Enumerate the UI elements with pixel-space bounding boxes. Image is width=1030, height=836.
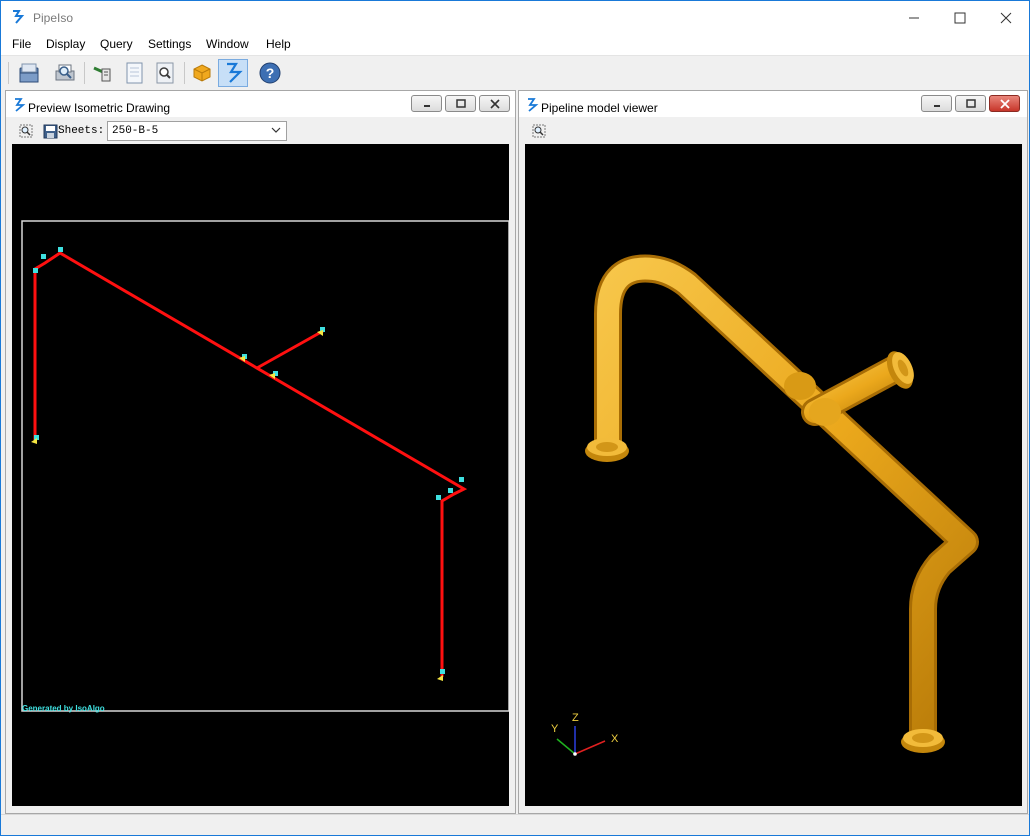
svg-text:?: ?	[266, 65, 275, 81]
axis-x-label: X	[611, 733, 619, 745]
pipeiso-logo-icon	[13, 10, 25, 24]
minimize-button[interactable]	[891, 1, 937, 34]
isometric-preview-title: Preview Isometric Drawing	[28, 101, 171, 115]
model-restore-button[interactable]	[955, 95, 986, 112]
pipeiso-logo-icon	[15, 98, 26, 112]
document-icon	[126, 62, 143, 84]
toolbar-separator	[84, 62, 85, 84]
print-preview-icon	[55, 64, 75, 81]
pipeline-3d-canvas[interactable]: X Z Y	[525, 144, 1022, 806]
title-bar: PipeIso	[1, 1, 1029, 34]
save-icon	[43, 124, 57, 138]
zoom-fit-button[interactable]	[17, 122, 35, 140]
zoom-fit-icon	[19, 124, 33, 138]
node-markers	[33, 247, 464, 674]
menu-file[interactable]: File	[12, 37, 31, 51]
open-button[interactable]	[14, 59, 44, 87]
iso-close-button[interactable]	[479, 95, 510, 112]
pipeiso-logo-icon	[528, 98, 539, 112]
minimize-icon	[909, 17, 919, 18]
close-icon	[489, 98, 500, 109]
menu-query[interactable]: Query	[100, 37, 133, 51]
close-button[interactable]	[983, 1, 1029, 34]
pipeiso-logo-icon	[227, 62, 243, 83]
close-icon	[1000, 12, 1012, 23]
axis-triad: X Z Y	[551, 712, 619, 756]
menu-window[interactable]: Window	[206, 37, 249, 51]
iso-minimize-button[interactable]	[411, 95, 442, 112]
application-window: PipeIso File Display Query Settings Wind…	[0, 0, 1030, 836]
isometric-drawing: Generated by IsoAlgo	[21, 220, 510, 713]
close-icon	[999, 98, 1010, 109]
pipeline-model-toolbar	[519, 118, 1027, 144]
iso-restore-button[interactable]	[445, 95, 476, 112]
restore-icon	[455, 98, 466, 108]
isometric-preview-toolbar: Sheets: 250-B-5	[6, 118, 515, 144]
iso-footer-text: Generated by IsoAlgo	[22, 704, 105, 713]
find-button[interactable]	[150, 59, 180, 87]
isometric-button[interactable]	[218, 59, 248, 87]
window-title: PipeIso	[33, 11, 74, 25]
sheets-label: Sheets:	[58, 125, 105, 137]
isometric-preview-titlebar: Preview Isometric Drawing	[6, 91, 515, 117]
isometric-preview-window: Preview Isometric Drawing Sheets: 250-B-…	[5, 90, 516, 814]
pipe-body	[594, 254, 979, 748]
sheets-dropdown[interactable]: 250-B-5	[107, 121, 287, 141]
pipe-tool-icon	[93, 66, 111, 82]
minimize-icon	[423, 104, 430, 107]
cube-icon	[193, 64, 211, 82]
help-icon: ?	[259, 62, 281, 84]
menu-display[interactable]: Display	[46, 37, 85, 51]
minimize-icon	[933, 104, 940, 107]
pipe-route	[33, 251, 468, 677]
drawing-frame	[21, 220, 510, 712]
support-markers	[31, 330, 443, 681]
open-folder-icon	[19, 63, 39, 83]
pipeline-3d-model: X Z Y	[551, 254, 979, 756]
document-button[interactable]	[119, 59, 149, 87]
search-icon	[156, 62, 174, 84]
maximize-button[interactable]	[937, 1, 983, 34]
toolbar-separator	[8, 62, 9, 84]
menu-help[interactable]: Help	[266, 37, 291, 51]
model-close-button[interactable]	[989, 95, 1020, 112]
pipe-tool-button[interactable]	[88, 59, 118, 87]
zoom-fit-icon	[532, 124, 546, 138]
pipeline-model-title: Pipeline model viewer	[541, 101, 658, 115]
toolbar-separator	[184, 62, 185, 84]
axis-y-label: Y	[551, 723, 559, 735]
model-zoom-fit-button[interactable]	[530, 122, 548, 140]
status-bar	[1, 814, 1029, 835]
axis-z-label: Z	[572, 712, 579, 724]
sheets-selected-value: 250-B-5	[112, 125, 159, 137]
chevron-down-icon	[271, 127, 281, 133]
pipeline-model-window: Pipeline model viewer X Z Y	[518, 90, 1028, 814]
3d-model-button[interactable]	[187, 59, 217, 87]
restore-icon	[965, 98, 976, 108]
print-preview-button[interactable]	[50, 59, 80, 87]
pipeline-model-titlebar: Pipeline model viewer	[519, 91, 1027, 117]
flanges	[585, 351, 945, 753]
maximize-icon	[954, 12, 966, 23]
main-toolbar: ?	[1, 55, 1029, 89]
isometric-drawing-canvas[interactable]: Generated by IsoAlgo	[12, 144, 510, 806]
model-minimize-button[interactable]	[921, 95, 952, 112]
help-button[interactable]: ?	[255, 59, 285, 87]
menu-settings[interactable]: Settings	[148, 37, 191, 51]
menu-bar: File Display Query Settings Window Help	[1, 34, 1029, 55]
save-button[interactable]	[41, 122, 59, 140]
